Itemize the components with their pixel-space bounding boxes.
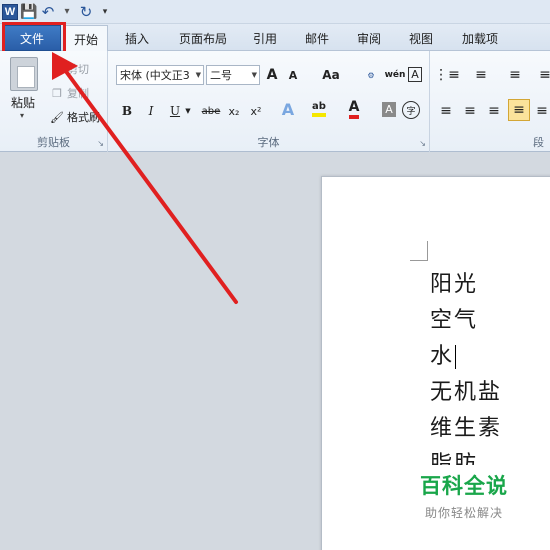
document-line[interactable]: 无机盐 [430, 375, 502, 411]
font-size-value: 二号 [210, 69, 232, 82]
cut-button[interactable]: ✂ 剪切 [50, 61, 89, 77]
format-painter-icon: 🖌 [50, 110, 64, 124]
undo-dropdown-icon[interactable]: ▾ [59, 4, 75, 20]
clipboard-group-label: 剪贴板 [37, 136, 70, 149]
numbering-icon[interactable]: ≡ [472, 65, 490, 85]
align-right-icon[interactable]: ≡ [486, 101, 502, 121]
format-painter-button[interactable]: 🖌 格式刷 [50, 109, 100, 125]
text-cursor [455, 345, 457, 369]
quick-access-toolbar: W 💾 ↶ ▾ ↻ ▾ [0, 0, 550, 24]
distributed-align-icon[interactable]: ≡ [534, 101, 550, 121]
document-line[interactable]: 维生素 [430, 411, 502, 447]
font-group-label: 字体 [257, 136, 280, 149]
bullets-icon[interactable]: ⋮≡ [434, 65, 460, 85]
scissors-icon: ✂ [52, 62, 62, 76]
document-line[interactable]: 阳光 [430, 267, 502, 303]
character-shading-button[interactable]: A [382, 102, 396, 117]
tab-mailings[interactable]: 邮件 [302, 25, 332, 51]
multilevel-list-icon[interactable]: ≡ [506, 65, 524, 85]
clear-format-button[interactable]: ⚙ [360, 65, 382, 85]
change-case-button[interactable]: Aa [316, 65, 346, 85]
paste-icon[interactable] [10, 57, 38, 91]
font-group: 宋体 (中文正3 ▼ 二号 ▼ A A Aa ⚙ wén A B I U ▼ a… [108, 51, 430, 152]
chevron-down-icon[interactable]: ▼ [184, 101, 192, 121]
document-line[interactable]: 水 [430, 339, 502, 375]
font-name-value: 宋体 (中文正3 [120, 69, 190, 82]
watermark-subtitle: 助你轻松解决 [424, 506, 503, 520]
clipboard-group: 粘贴 ▾ ✂ 剪切 ❐ 复制 🖌 格式刷 剪贴板 ↘ [0, 51, 108, 152]
paste-button[interactable]: 粘贴 [11, 94, 35, 111]
font-color-button[interactable]: A [346, 99, 362, 119]
underline-button[interactable]: U [168, 101, 182, 121]
subscript-button[interactable]: x₂ [226, 101, 242, 121]
copy-button[interactable]: ❐ 复制 [50, 85, 89, 101]
tab-home[interactable]: 开始 [64, 25, 108, 52]
highlight-button[interactable]: ab [310, 99, 328, 119]
copy-icon: ❐ [52, 86, 62, 100]
tab-review[interactable]: 审阅 [354, 25, 384, 51]
align-center-icon[interactable]: ≡ [462, 101, 478, 121]
justify-icon[interactable]: ≡ [508, 99, 530, 121]
enclose-characters-button[interactable]: 字 [402, 101, 420, 119]
paragraph-group: ⋮≡ ≡ ≡ ≡ ≡ ≡ ≡ ≡ ≡ 段 [430, 51, 550, 152]
document-line[interactable]: 脂肪 [430, 447, 502, 465]
undo-icon[interactable]: ↶ [40, 3, 56, 21]
shrink-font-button[interactable]: A [286, 65, 300, 85]
chevron-down-icon: ▼ [195, 71, 201, 79]
redo-icon[interactable]: ↻ [78, 3, 94, 21]
clipboard-dialog-launcher-icon[interactable]: ↘ [97, 139, 104, 148]
word-logo-icon[interactable]: W [2, 3, 18, 20]
superscript-button[interactable]: x² [248, 101, 264, 121]
paragraph-group-label: 段 [533, 136, 544, 149]
chevron-down-icon: ▼ [251, 71, 257, 79]
tab-page-layout[interactable]: 页面布局 [174, 25, 232, 51]
character-border-button[interactable]: A [408, 67, 422, 82]
document-line[interactable]: 空气 [430, 303, 502, 339]
font-size-combobox[interactable]: 二号 ▼ [206, 65, 260, 85]
italic-button[interactable]: I [144, 101, 158, 121]
save-icon[interactable]: 💾 [20, 4, 37, 20]
document-line-text: 水 [430, 344, 455, 369]
align-left-icon[interactable]: ≡ [438, 101, 454, 121]
highlight-label: ab [312, 101, 326, 117]
font-color-label: A [348, 99, 360, 119]
tab-addins[interactable]: 加载项 [458, 25, 502, 51]
bold-button[interactable]: B [120, 101, 134, 121]
margin-corner-mark [410, 241, 428, 261]
watermark-title: 百科全说 [420, 474, 508, 498]
tab-view[interactable]: 视图 [406, 25, 436, 51]
format-painter-label: 格式刷 [67, 111, 100, 124]
paste-dropdown-icon[interactable]: ▾ [20, 111, 24, 120]
document-text[interactable]: 阳光 空气 水 无机盐 维生素 脂肪 [430, 267, 502, 465]
watermark: 百科全说 助你轻松解决 [404, 470, 524, 521]
copy-label: 复制 [67, 87, 89, 100]
tab-insert[interactable]: 插入 [122, 25, 152, 51]
cut-label: 剪切 [67, 63, 89, 76]
ribbon: 粘贴 ▾ ✂ 剪切 ❐ 复制 🖌 格式刷 剪贴板 ↘ 宋体 (中文正3 ▼ 二号… [0, 51, 550, 152]
customize-toolbar-icon[interactable]: ▾ [97, 4, 113, 20]
tab-references[interactable]: 引用 [250, 25, 280, 51]
grow-font-button[interactable]: A [264, 65, 280, 85]
font-name-combobox[interactable]: 宋体 (中文正3 ▼ [116, 65, 204, 85]
font-dialog-launcher-icon[interactable]: ↘ [419, 139, 426, 148]
phonetic-guide-button[interactable]: wén [384, 65, 406, 85]
text-effects-button[interactable]: A [280, 99, 296, 119]
ribbon-tab-strip: 文件 开始 插入 页面布局 引用 邮件 审阅 视图 加载项 [0, 24, 550, 52]
decrease-indent-icon[interactable]: ≡ [539, 65, 550, 85]
strikethrough-button[interactable]: abe [200, 101, 222, 121]
